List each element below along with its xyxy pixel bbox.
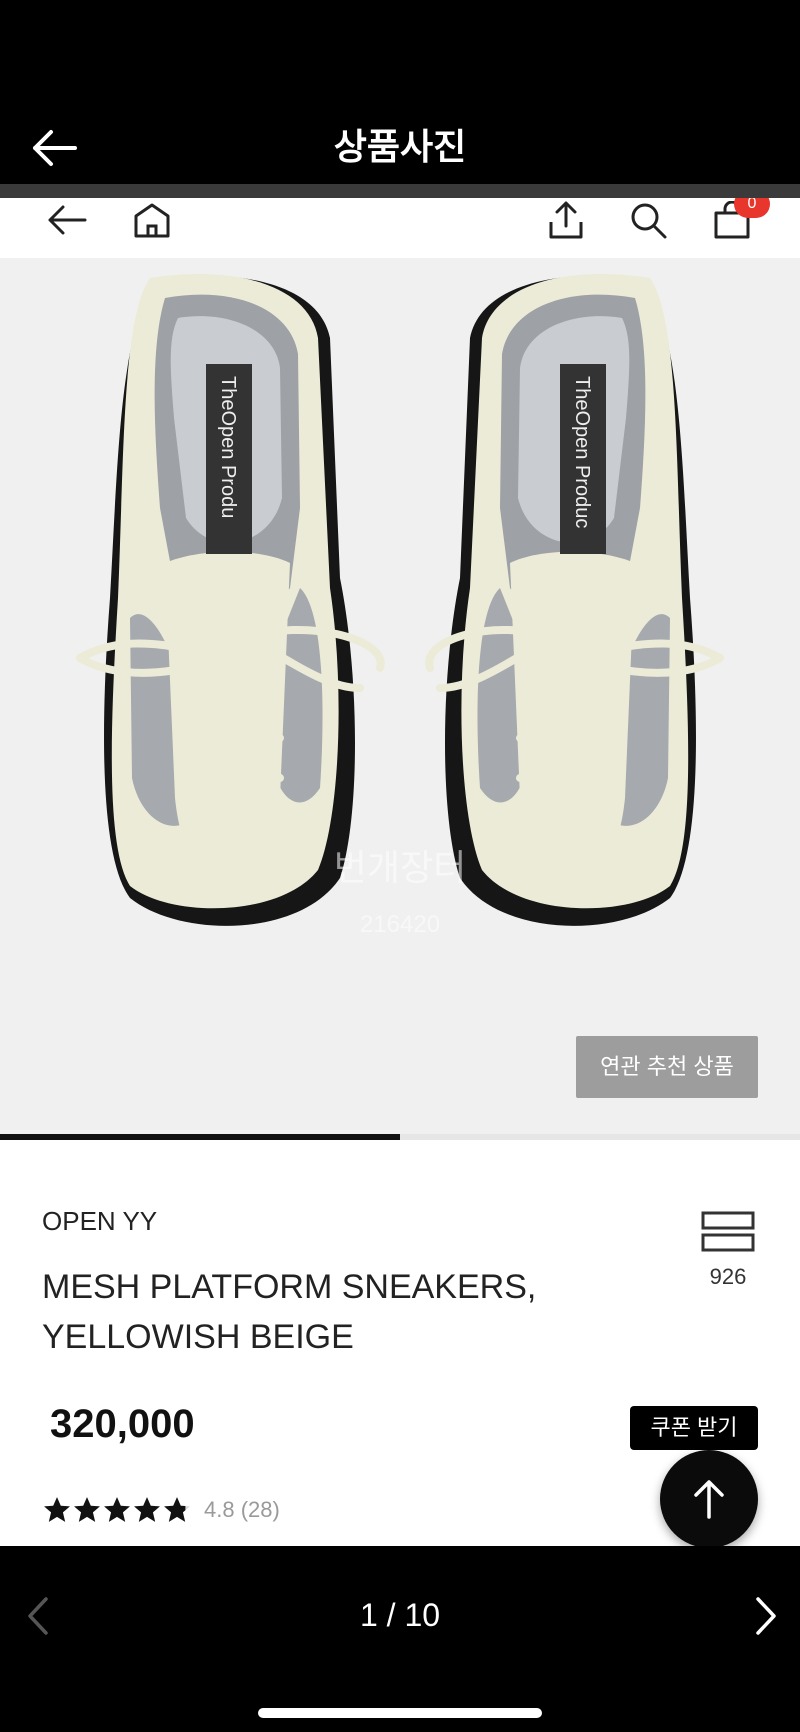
viewer-footer: 1 / 10 [0,1546,800,1732]
home-button[interactable] [130,198,174,242]
cart-count-badge: 0 [734,198,770,218]
product-image: TheOpen Produ TheOpen Produc 번개장터 216420… [0,258,800,1134]
arrow-left-icon [48,205,87,235]
list-count: 926 [709,1264,747,1289]
viewer-header: 상품사진 [0,0,800,184]
share-button[interactable] [544,198,588,242]
home-icon [134,203,170,238]
page-indicator: 1 / 10 [359,1597,441,1633]
next-image-button[interactable] [742,1588,790,1644]
related-products-button[interactable]: 연관 추천 상품 [576,1036,758,1098]
search-icon [631,203,667,239]
list-button[interactable] [700,1210,756,1254]
right-shoe: TheOpen Produc [425,274,724,926]
share-icon [549,201,583,239]
right-shoe-brand-label: TheOpen Produc [571,376,593,528]
arrow-up-icon [694,1480,724,1519]
left-shoe: TheOpen Produ [76,274,385,926]
watermark-text: 번개장터 [334,847,466,888]
sneakers-illustration: TheOpen Produ TheOpen Produc 번개장터 216420 [76,274,724,938]
chevron-right-icon [756,1597,776,1635]
search-button[interactable] [626,198,670,242]
product-photo[interactable]: 0 TheOpen Produ TheOpen Produc 번개장터 2164… [0,198,800,1546]
star-icon [134,1497,160,1522]
get-coupon-button[interactable]: 쿠폰 받기 [630,1406,758,1450]
scroll-to-top-button[interactable] [660,1450,758,1546]
viewer-title: 상품사진 [333,126,467,167]
star-icon [74,1497,100,1522]
list-icon [701,1211,755,1252]
inner-nav-bar: 0 [0,198,800,258]
inner-back-button[interactable] [44,198,90,242]
image-progress-fill [0,1134,400,1140]
image-progress-bar [0,1134,800,1140]
watermark-number: 216420 [360,911,440,938]
left-shoe-brand-label: TheOpen Produ [217,376,239,518]
rating-text: 4.8 (28) [204,1497,280,1522]
star-icon [44,1497,70,1522]
product-name: MESH PLATFORM SNEAKERS, YELLOWISH BEIGE [42,1268,537,1356]
header-divider [0,184,800,198]
home-indicator [258,1708,542,1718]
rating-stars [42,1496,192,1524]
star-icon [104,1497,130,1522]
product-rating[interactable]: 4.8 (28) [42,1490,280,1530]
product-price: 320,000 [50,1402,195,1446]
star-icon [164,1497,190,1522]
product-brand[interactable]: OPEN YY [42,1206,157,1237]
